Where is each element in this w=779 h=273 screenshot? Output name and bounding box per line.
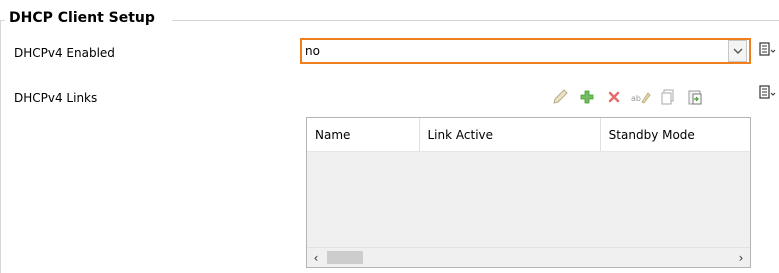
scrollbar-thumb[interactable] [327, 251, 363, 264]
edit-icon[interactable] [548, 85, 572, 109]
delete-icon[interactable] [602, 85, 626, 109]
copy-icon[interactable] [656, 85, 680, 109]
links-table[interactable]: Name Link Active Standby Mode ‹ › [306, 117, 751, 268]
rename-icon[interactable]: ab [629, 85, 653, 109]
scroll-right-icon[interactable]: › [732, 248, 750, 267]
scroll-left-icon[interactable]: ‹ [307, 248, 325, 267]
column-header-link-active[interactable]: Link Active [420, 118, 601, 151]
column-header-standby-mode[interactable]: Standby Mode [601, 118, 750, 151]
links-menu-icon[interactable] [758, 84, 776, 102]
groupbox-border-left [0, 20, 1, 273]
dhcpv4-enabled-select[interactable]: no [300, 38, 751, 64]
groupbox-border-top [172, 20, 779, 21]
svg-text:ab: ab [631, 94, 641, 103]
dhcpv4-enabled-label: DHCPv4 Enabled [14, 46, 115, 60]
group-title: DHCP Client Setup [6, 10, 158, 26]
add-icon[interactable] [575, 85, 599, 109]
table-header: Name Link Active Standby Mode [307, 118, 750, 152]
column-header-name[interactable]: Name [307, 118, 420, 151]
links-toolbar: ab [548, 85, 707, 109]
dhcpv4-enabled-value: no [305, 44, 320, 58]
chevron-down-icon[interactable] [728, 40, 747, 62]
horizontal-scrollbar[interactable]: ‹ › [307, 247, 750, 267]
field-menu-icon[interactable] [758, 41, 776, 59]
dhcpv4-links-label: DHCPv4 Links [14, 91, 98, 105]
paste-icon[interactable] [683, 85, 707, 109]
